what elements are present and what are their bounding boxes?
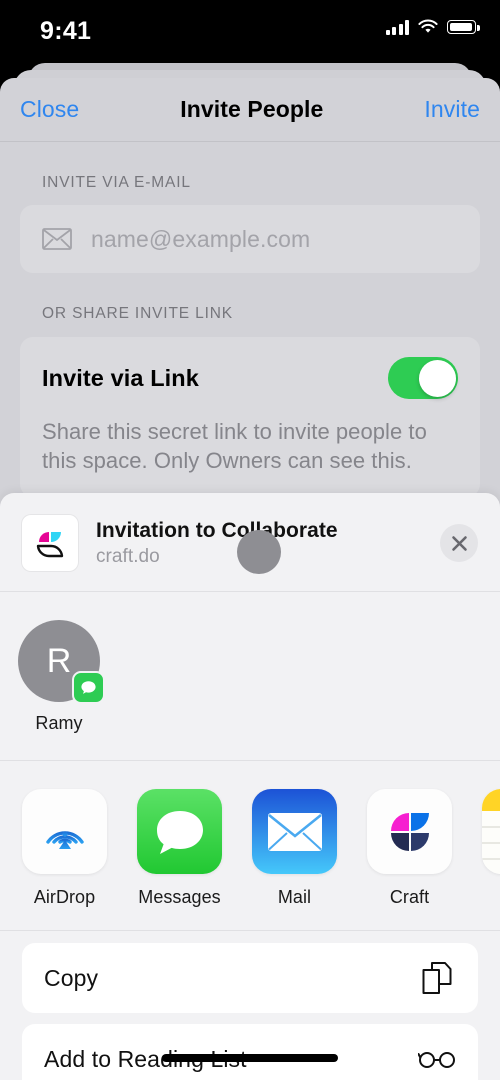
modal-body: INVITE VIA E-MAIL name@example.com OR SH… bbox=[0, 142, 500, 497]
avatar-wrapper: R bbox=[18, 620, 105, 704]
app-item-craft[interactable]: Craft bbox=[367, 789, 452, 908]
email-section-label: INVITE VIA E-MAIL bbox=[42, 174, 191, 191]
action-copy[interactable]: Copy bbox=[22, 943, 478, 1013]
status-bar-time: 9:41 bbox=[40, 17, 92, 45]
contact-name: Ramy bbox=[35, 713, 83, 733]
apps-row: AirDrop Messages Mail Craft bbox=[0, 761, 500, 931]
home-indicator bbox=[162, 1054, 338, 1062]
invite-via-link-card: Invite via Link Share this secret link t… bbox=[20, 337, 480, 497]
status-bar-indicators bbox=[385, 19, 480, 35]
airdrop-icon bbox=[22, 789, 107, 874]
close-button[interactable]: Close bbox=[20, 96, 79, 123]
action-label: Copy bbox=[44, 964, 99, 991]
notes-icon bbox=[482, 789, 500, 874]
messages-icon bbox=[137, 789, 222, 874]
share-sheet: Invitation to Collaborate craft.do R Ram… bbox=[0, 493, 500, 1080]
close-icon[interactable] bbox=[440, 524, 478, 562]
page-title: Invite People bbox=[180, 96, 324, 122]
app-label: AirDrop bbox=[33, 887, 96, 907]
email-field[interactable]: name@example.com bbox=[20, 205, 480, 273]
envelope-icon bbox=[42, 228, 72, 250]
action-add-to-reading-list[interactable]: Add to Reading List bbox=[22, 1024, 478, 1080]
cellular-bars-icon bbox=[385, 19, 409, 35]
invite-via-link-label: Invite via Link bbox=[42, 364, 199, 391]
contacts-row: R Ramy bbox=[0, 592, 500, 761]
messages-badge-icon bbox=[72, 671, 105, 704]
app-item-mail[interactable]: Mail bbox=[252, 789, 337, 908]
iphone-screen: 9:41 Close Invite People Invite INVITE V… bbox=[0, 0, 500, 1080]
craft-favicon-icon bbox=[22, 515, 78, 571]
invite-via-link-toggle[interactable] bbox=[388, 357, 458, 399]
mail-icon bbox=[252, 789, 337, 874]
glasses-icon bbox=[418, 1040, 456, 1078]
app-label: Craft bbox=[389, 887, 430, 907]
app-item-notes[interactable]: Notes bbox=[482, 789, 500, 908]
app-item-messages[interactable]: Messages bbox=[137, 789, 222, 908]
app-label: Mail bbox=[277, 887, 312, 907]
status-bar: 9:41 bbox=[0, 0, 500, 62]
modal-nav-bar: Close Invite People Invite bbox=[0, 78, 500, 142]
invite-via-link-description: Share this secret link to invite people … bbox=[42, 419, 427, 473]
copy-icon bbox=[418, 959, 456, 997]
touch-point-indicator bbox=[237, 530, 281, 574]
email-input-placeholder[interactable]: name@example.com bbox=[91, 226, 310, 253]
invite-via-link-row: Invite via Link bbox=[42, 357, 458, 399]
invite-button[interactable]: Invite bbox=[424, 96, 480, 123]
app-label: Messages bbox=[138, 887, 221, 907]
link-section-label: OR SHARE INVITE LINK bbox=[42, 305, 233, 322]
wifi-icon bbox=[418, 19, 438, 33]
app-item-airdrop[interactable]: AirDrop bbox=[22, 789, 107, 908]
craft-icon bbox=[367, 789, 452, 874]
contact-item-ramy[interactable]: R Ramy bbox=[0, 620, 118, 734]
battery-full-icon bbox=[447, 20, 480, 34]
